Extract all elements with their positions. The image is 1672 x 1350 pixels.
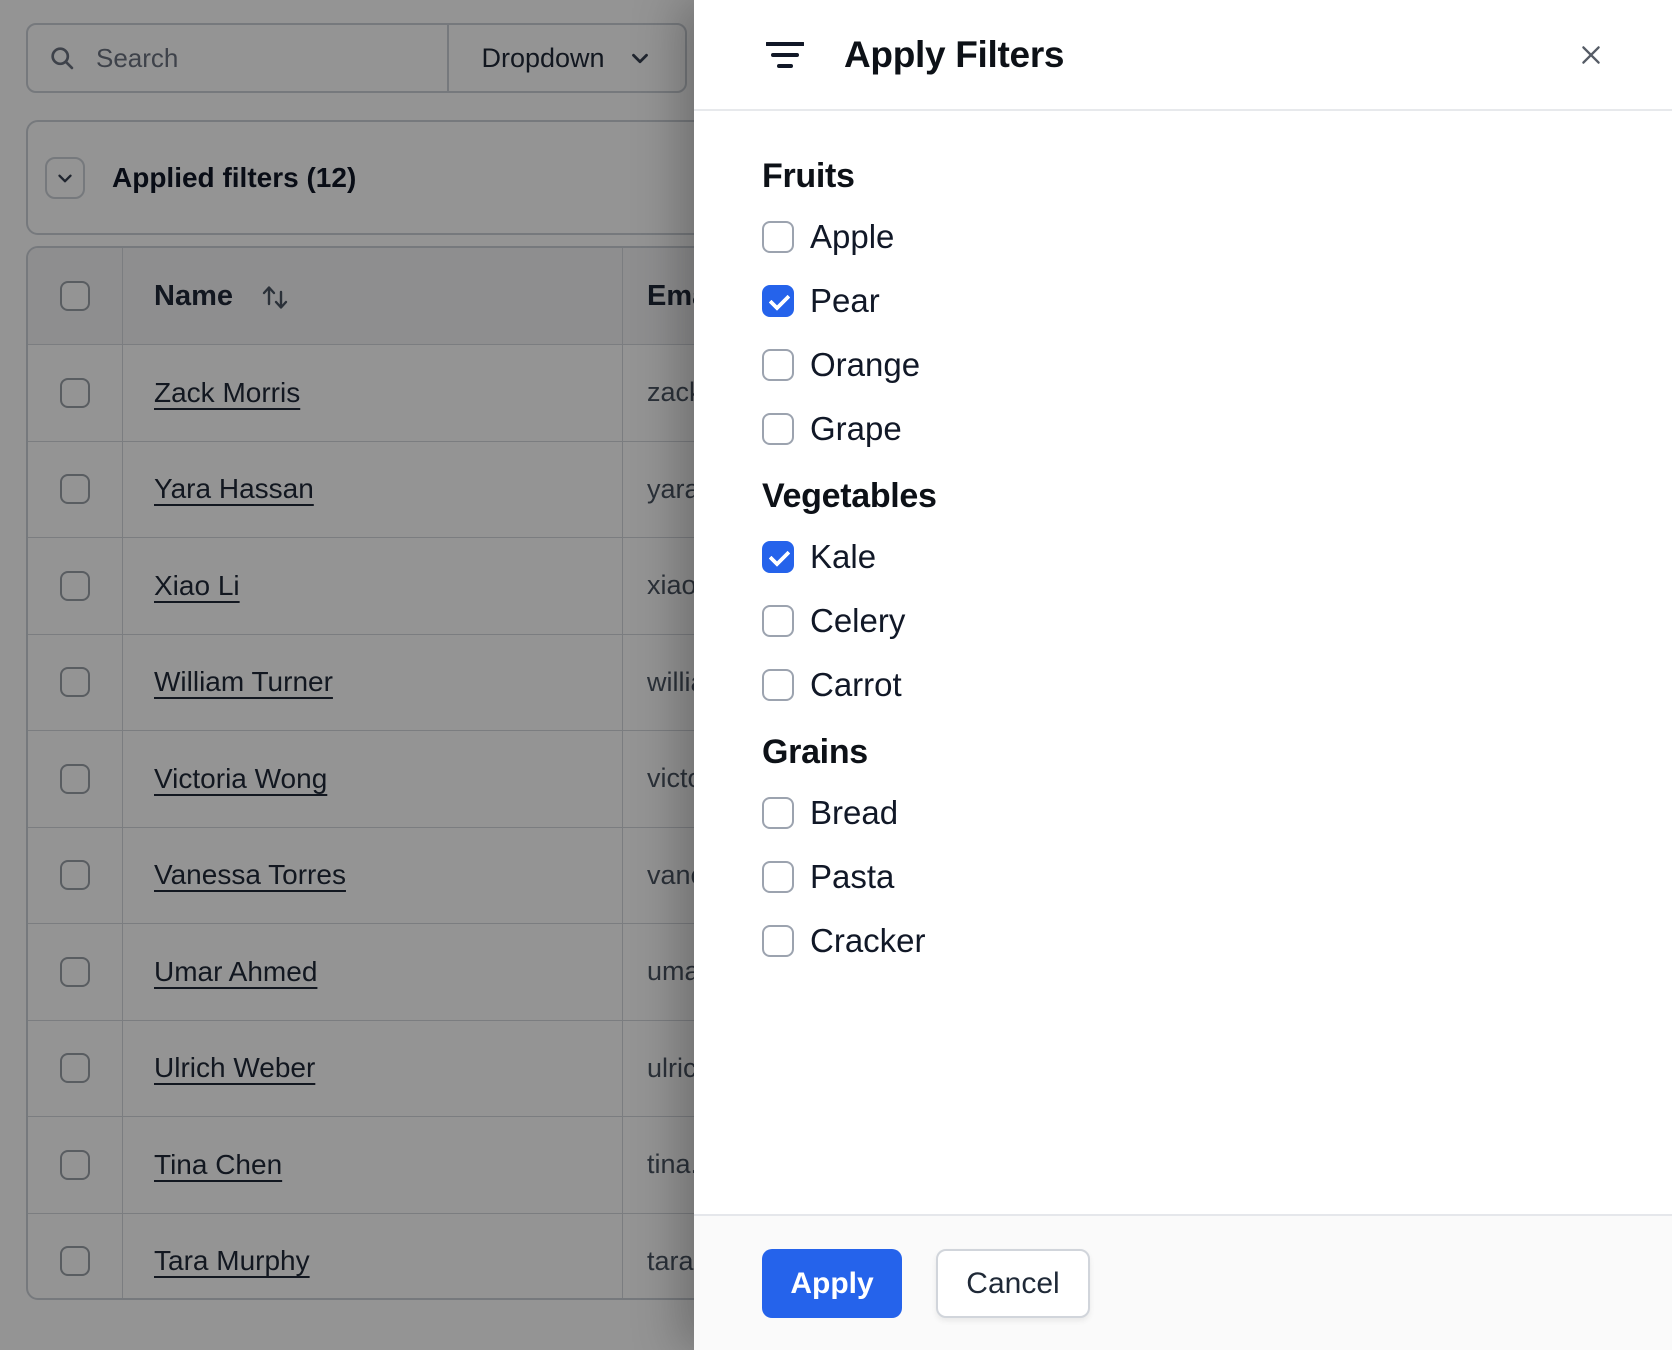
panel-title: Apply Filters: [844, 33, 1065, 75]
option-label: Grape: [810, 410, 902, 447]
filter-section-vegetables: Vegetables Kale Celery Carrot: [762, 477, 1632, 703]
close-button[interactable]: [1574, 38, 1608, 72]
checkbox[interactable]: [762, 541, 794, 573]
option-label: Pear: [810, 282, 880, 319]
option-label: Celery: [810, 602, 906, 639]
option-label: Carrot: [810, 666, 902, 703]
option-label: Apple: [810, 218, 895, 255]
option-label: Kale: [810, 538, 877, 575]
section-heading: Vegetables: [762, 477, 937, 515]
filter-section-grains: Grains Bread Pasta Cracker: [762, 733, 1632, 959]
filter-panel-header: Apply Filters: [694, 0, 1672, 111]
checkbox[interactable]: [762, 221, 794, 253]
filter-option[interactable]: Bread: [762, 794, 1632, 831]
section-heading: Fruits: [762, 157, 855, 195]
screen: Dropdown Applied filters (12) Name: [0, 0, 1672, 1350]
cancel-button[interactable]: Cancel: [936, 1249, 1090, 1318]
checkbox[interactable]: [762, 285, 794, 317]
checkbox[interactable]: [762, 669, 794, 701]
filter-option[interactable]: Carrot: [762, 666, 1632, 703]
option-label: Orange: [810, 346, 921, 383]
option-label: Bread: [810, 794, 899, 831]
filter-option[interactable]: Pasta: [762, 858, 1632, 895]
filter-option[interactable]: Orange: [762, 346, 1632, 383]
close-icon: [1582, 45, 1600, 64]
option-label: Pasta: [810, 858, 895, 895]
checkbox[interactable]: [762, 605, 794, 637]
filter-section-fruits: Fruits Apple Pear Orange Grape: [762, 157, 1632, 447]
checkbox[interactable]: [762, 413, 794, 445]
section-heading: Grains: [762, 733, 868, 771]
filter-panel: Apply Filters Fruits Apple Pear Orange G…: [694, 0, 1672, 1350]
filter-option[interactable]: Celery: [762, 602, 1632, 639]
filter-panel-footer: Apply Cancel: [694, 1214, 1672, 1350]
filter-option[interactable]: Apple: [762, 218, 1632, 255]
filter-panel-body: Fruits Apple Pear Orange Grape Vegetable…: [694, 111, 1672, 959]
checkbox[interactable]: [762, 797, 794, 829]
apply-button[interactable]: Apply: [762, 1249, 902, 1318]
filter-option[interactable]: Grape: [762, 410, 1632, 447]
checkbox[interactable]: [762, 925, 794, 957]
checkbox[interactable]: [762, 861, 794, 893]
checkbox[interactable]: [762, 349, 794, 381]
filter-icon: [766, 41, 804, 68]
option-label: Cracker: [810, 922, 926, 959]
filter-option[interactable]: Cracker: [762, 922, 1632, 959]
filter-option[interactable]: Kale: [762, 538, 1632, 575]
filter-option[interactable]: Pear: [762, 282, 1632, 319]
